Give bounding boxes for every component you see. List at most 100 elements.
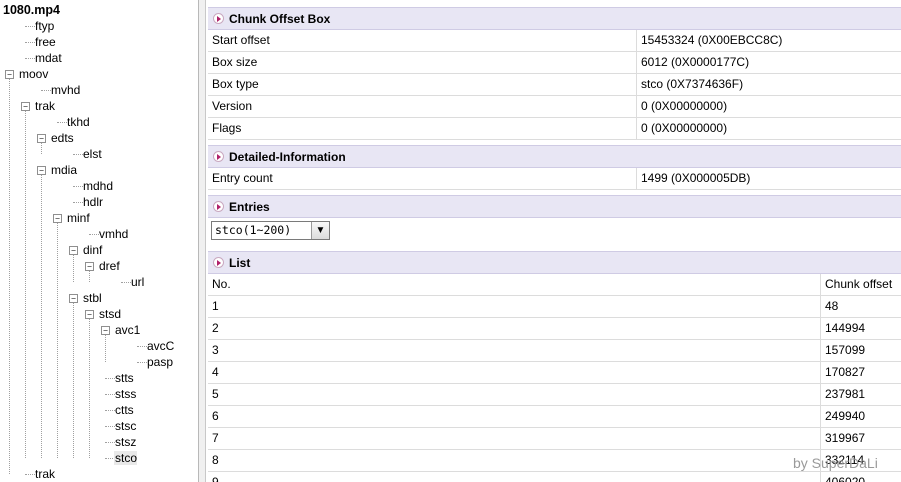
- tree-node-stsd[interactable]: stsd: [98, 306, 121, 322]
- box-tree-panel[interactable]: 1080.mp4 ftyp free mdat − moov mvhd − trak tkhd −…: [0, 0, 198, 482]
- tree-node-label: trak: [35, 467, 56, 481]
- tree-node-free[interactable]: free: [34, 34, 56, 50]
- tree-node-trak[interactable]: trak: [34, 466, 55, 482]
- collapse-arrow-icon[interactable]: [213, 201, 224, 212]
- tree-node-ftyp[interactable]: ftyp: [34, 18, 54, 34]
- cell-no: 1: [212, 299, 219, 313]
- property-value: 6012 (0X0000177C): [641, 55, 750, 69]
- tree-node-mdia[interactable]: mdia: [50, 162, 77, 178]
- cell-no: 5: [212, 387, 219, 401]
- tree-node-stsc[interactable]: stsc: [114, 418, 136, 434]
- property-value: 0 (0X00000000): [641, 99, 728, 113]
- tree-node-mdat[interactable]: mdat: [34, 50, 62, 66]
- section-entries[interactable]: Entries: [208, 195, 901, 218]
- cell-no: 6: [212, 409, 219, 423]
- tree-node-dinf[interactable]: dinf: [82, 242, 102, 258]
- tree-node-hdlr[interactable]: hdlr: [82, 194, 103, 210]
- section-chunk-offset-box[interactable]: Chunk Offset Box: [208, 7, 901, 30]
- tree-node-moov[interactable]: moov: [18, 66, 48, 82]
- property-value: 1499 (0X000005DB): [641, 171, 751, 185]
- property-key: Box size: [212, 55, 258, 69]
- tree-node-mvhd[interactable]: mvhd: [50, 82, 80, 98]
- column-header-no[interactable]: No.: [212, 274, 231, 295]
- tree-node-label: stsc: [115, 419, 137, 433]
- tree-node-label: mdhd: [83, 179, 114, 193]
- table-row[interactable]: 4 170827: [208, 362, 901, 384]
- property-value: 15453324 (0X00EBCC8C): [641, 33, 783, 47]
- collapse-arrow-icon[interactable]: [213, 257, 224, 268]
- collapse-toggle-icon[interactable]: −: [69, 294, 78, 303]
- cell-chunk-offset: 144994: [825, 321, 866, 335]
- entries-range-value: stco(1~200): [215, 223, 292, 237]
- tree-node-label: moov: [19, 67, 49, 81]
- column-header-chunk-offset[interactable]: Chunk offset: [825, 274, 892, 295]
- section-list[interactable]: List: [208, 251, 901, 274]
- property-value: 0 (0X00000000): [641, 121, 728, 135]
- tree-root-file[interactable]: 1080.mp4: [3, 3, 60, 17]
- cell-chunk-offset: 319967: [825, 431, 866, 445]
- table-row[interactable]: 1 48: [208, 296, 901, 318]
- tree-node-avcC[interactable]: avcC: [146, 338, 174, 354]
- tree-node-label: ctts: [115, 403, 134, 417]
- tree-node-stco[interactable]: stco: [114, 450, 138, 466]
- tree-node-label: mdat: [35, 51, 62, 65]
- tree-node-ctts[interactable]: ctts: [114, 402, 134, 418]
- property-key: Entry count: [212, 171, 273, 185]
- entries-range-select[interactable]: stco(1~200) ▼: [211, 221, 330, 240]
- collapse-toggle-icon[interactable]: −: [37, 134, 46, 143]
- property-key: Flags: [212, 121, 242, 135]
- table-row[interactable]: 9 406020: [208, 472, 901, 482]
- table-row[interactable]: 3 157099: [208, 340, 901, 362]
- collapse-arrow-icon[interactable]: [213, 13, 224, 24]
- tree-node-label: stsz: [115, 435, 137, 449]
- tree-node-elst[interactable]: elst: [82, 146, 102, 162]
- tree-node-label: avcC: [147, 339, 175, 353]
- tree-node-trak[interactable]: trak: [34, 98, 55, 114]
- tree-node-stbl[interactable]: stbl: [82, 290, 102, 306]
- tree-node-minf[interactable]: minf: [66, 210, 90, 226]
- tree-node-tkhd[interactable]: tkhd: [66, 114, 90, 130]
- tree-node-label: stco: [114, 451, 138, 465]
- section-title: Chunk Offset Box: [229, 12, 331, 26]
- tree-node-label: avc1: [115, 323, 141, 337]
- property-row: Box type stco (0X7374636F): [208, 74, 901, 96]
- cell-chunk-offset: 249940: [825, 409, 866, 423]
- tree-node-label: free: [35, 35, 56, 49]
- collapse-toggle-icon[interactable]: −: [85, 310, 94, 319]
- tree-node-label: dinf: [83, 243, 103, 257]
- table-row[interactable]: 7 319967: [208, 428, 901, 450]
- property-key: Start offset: [212, 33, 270, 47]
- tree-node-label: dref: [99, 259, 120, 273]
- table-row[interactable]: 6 249940: [208, 406, 901, 428]
- panel-splitter[interactable]: [198, 0, 206, 482]
- section-title: Entries: [229, 200, 270, 214]
- table-row[interactable]: 2 144994: [208, 318, 901, 340]
- tree-node-mdhd[interactable]: mdhd: [82, 178, 113, 194]
- tree-node-dref[interactable]: dref: [98, 258, 120, 274]
- detail-panel: Chunk Offset Box Start offset 15453324 (0…: [207, 0, 901, 482]
- collapse-toggle-icon[interactable]: −: [37, 166, 46, 175]
- section-detailed-information[interactable]: Detailed-Information: [208, 145, 901, 168]
- collapse-toggle-icon[interactable]: −: [85, 262, 94, 271]
- tree-node-avc1[interactable]: avc1: [114, 322, 140, 338]
- chevron-down-icon[interactable]: ▼: [311, 222, 329, 239]
- tree-node-vmhd[interactable]: vmhd: [98, 226, 128, 242]
- tree-node-stts[interactable]: stts: [114, 370, 134, 386]
- collapse-toggle-icon[interactable]: −: [69, 246, 78, 255]
- property-value: stco (0X7374636F): [641, 77, 744, 91]
- tree-node-pasp[interactable]: pasp: [146, 354, 173, 370]
- cell-no: 8: [212, 453, 219, 467]
- tree-node-edts[interactable]: edts: [50, 130, 74, 146]
- list-header-row: No. Chunk offset: [208, 274, 901, 296]
- tree-node-stsz[interactable]: stsz: [114, 434, 136, 450]
- collapse-toggle-icon[interactable]: −: [5, 70, 14, 79]
- tree-node-stss[interactable]: stss: [114, 386, 136, 402]
- tree-node-url[interactable]: url: [130, 274, 144, 290]
- collapse-arrow-icon[interactable]: [213, 151, 224, 162]
- property-row: Flags 0 (0X00000000): [208, 118, 901, 140]
- tree-node-label: edts: [51, 131, 74, 145]
- collapse-toggle-icon[interactable]: −: [21, 102, 30, 111]
- collapse-toggle-icon[interactable]: −: [53, 214, 62, 223]
- collapse-toggle-icon[interactable]: −: [101, 326, 110, 335]
- table-row[interactable]: 5 237981: [208, 384, 901, 406]
